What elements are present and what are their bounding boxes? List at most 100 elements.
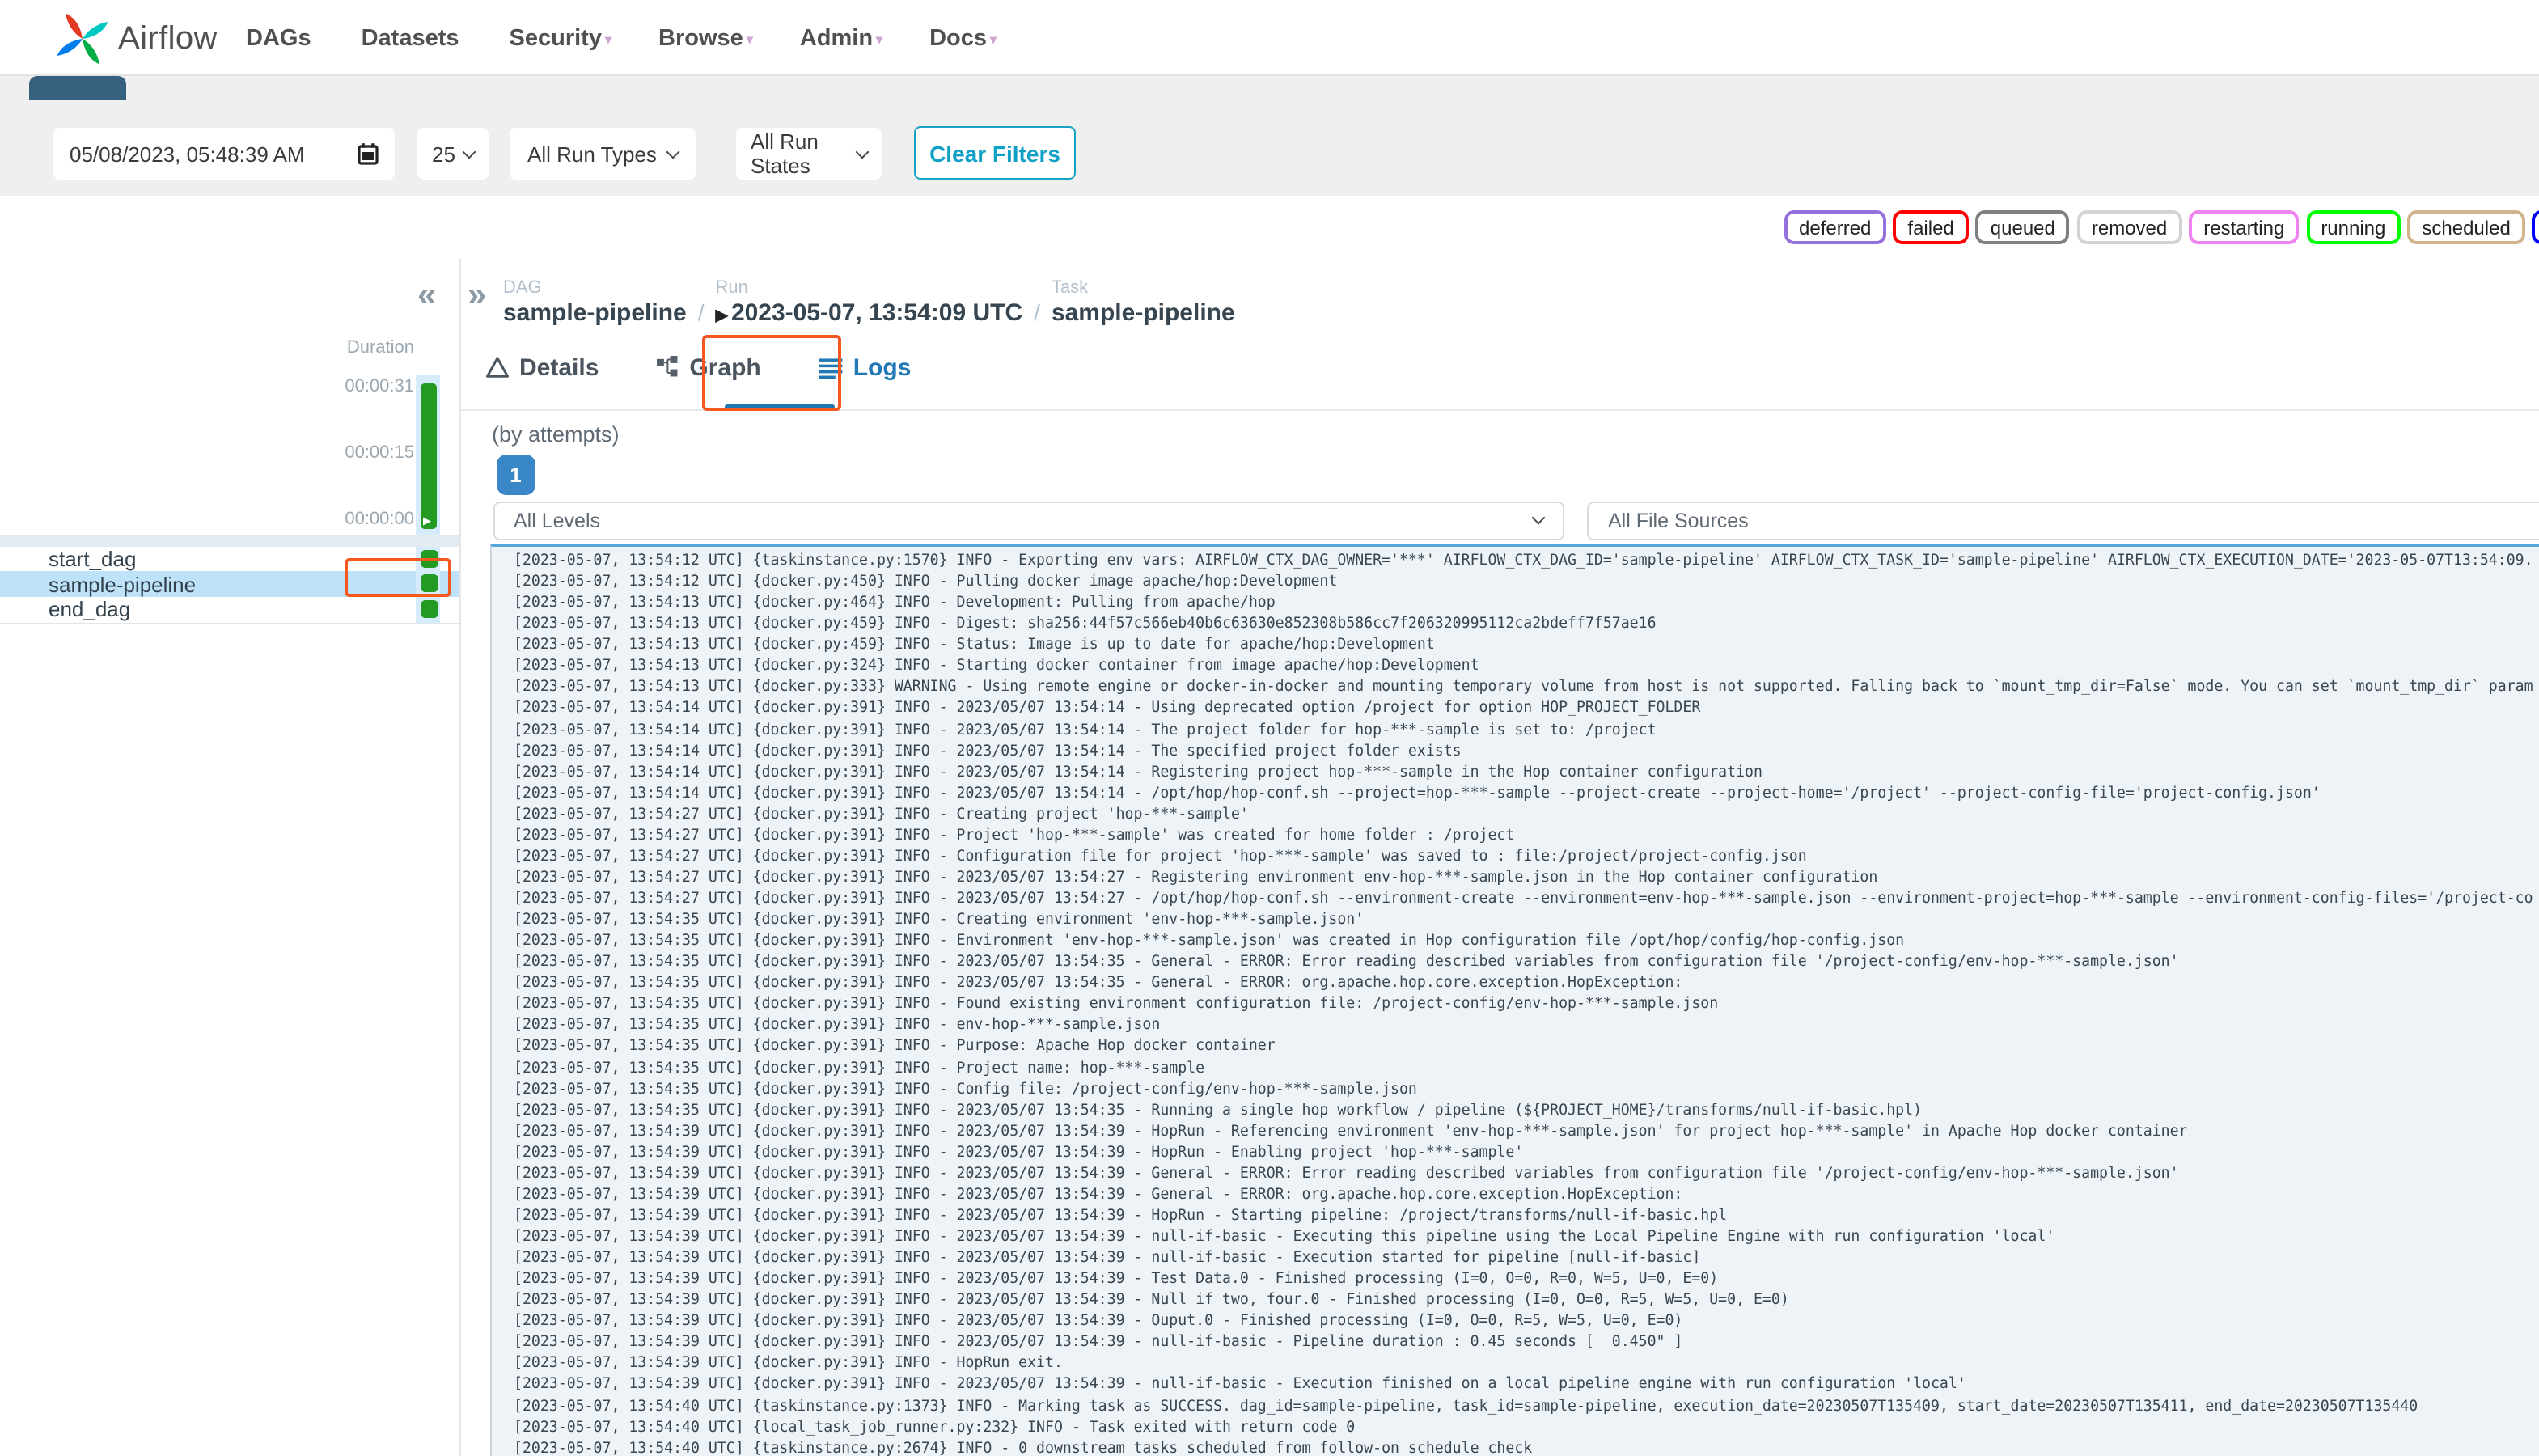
breadcrumb-dag: DAG sample-pipeline xyxy=(503,278,687,327)
nav-item[interactable]: Security ▾ xyxy=(510,25,612,51)
log-line: [2023-05-07, 13:54:35 UTC] {docker.py:39… xyxy=(514,1103,1923,1120)
log-line: [2023-05-07, 13:54:35 UTC] {docker.py:39… xyxy=(514,1018,1161,1035)
log-line: [2023-05-07, 13:54:39 UTC] {docker.py:39… xyxy=(514,1145,1524,1162)
log-line: [2023-05-07, 13:54:39 UTC] {docker.py:39… xyxy=(514,1251,1701,1268)
run-types-select[interactable]: All Run Types xyxy=(510,128,696,180)
run-states-select[interactable]: All Run States xyxy=(736,128,882,180)
log-line: [2023-05-07, 13:54:39 UTC] {docker.py:39… xyxy=(514,1377,1966,1394)
duration-axis-title: Duration xyxy=(346,338,414,358)
log-line: [2023-05-07, 13:54:27 UTC] {docker.py:39… xyxy=(514,870,1878,887)
state-badge[interactable]: shutdown xyxy=(2532,210,2539,244)
breadcrumb-separator: / xyxy=(1034,299,1040,325)
panel-divider xyxy=(459,259,461,1456)
nav-item-label: Datasets xyxy=(361,25,459,51)
nav-item[interactable]: Admin ▾ xyxy=(800,25,882,51)
log-line: [2023-05-07, 13:54:12 UTC] {docker.py:45… xyxy=(514,574,1338,591)
log-line: [2023-05-07, 13:54:27 UTC] {docker.py:39… xyxy=(514,849,1807,866)
tab-details-label: Details xyxy=(519,353,599,381)
calendar-icon[interactable] xyxy=(358,142,379,165)
duration-tick-label: 00:00:15 xyxy=(345,443,414,463)
expand-panel-icon[interactable]: » xyxy=(468,278,486,312)
page-size-value: 25 xyxy=(432,142,455,166)
log-line: [2023-05-07, 13:54:27 UTC] {docker.py:39… xyxy=(514,827,1515,844)
breadcrumb-run-value[interactable]: ▶ 2023-05-07, 13:54:09 UTC xyxy=(716,299,1023,327)
task-row[interactable]: end_dag xyxy=(0,596,459,623)
log-line: [2023-05-07, 13:54:13 UTC] {docker.py:45… xyxy=(514,637,1435,654)
file-source-select[interactable]: All File Sources xyxy=(1587,501,2539,540)
log-line: [2023-05-07, 13:54:39 UTC] {docker.py:39… xyxy=(514,1187,1683,1204)
nav-item-label: Docs xyxy=(929,25,987,51)
page-size-select[interactable]: 25 xyxy=(417,128,489,180)
chevron-down-icon xyxy=(666,144,680,159)
breadcrumb-task-value[interactable]: sample-pipeline xyxy=(1052,299,1235,327)
state-badge[interactable]: failed xyxy=(1893,210,1969,244)
collapse-grid-icon[interactable]: « xyxy=(417,278,436,312)
nav-item[interactable]: Docs ▾ xyxy=(929,25,997,51)
annotation-box-task-instance xyxy=(345,557,451,597)
filter-bar: 05/08/2023, 05:48:39 AM 25 All Run Types… xyxy=(0,76,2539,196)
log-line: [2023-05-07, 13:54:39 UTC] {docker.py:39… xyxy=(514,1356,1063,1373)
log-line: [2023-05-07, 13:54:35 UTC] {docker.py:39… xyxy=(514,997,1719,1014)
clear-filters-button[interactable]: Clear Filters xyxy=(914,126,1076,180)
log-line: [2023-05-07, 13:54:39 UTC] {docker.py:39… xyxy=(514,1124,2188,1141)
log-line: [2023-05-07, 13:54:27 UTC] {docker.py:39… xyxy=(514,806,1249,823)
task-name: start_dag xyxy=(49,546,137,571)
dag-run-duration-bar[interactable]: ▶ xyxy=(420,383,437,529)
log-line: [2023-05-07, 13:54:39 UTC] {docker.py:39… xyxy=(514,1166,2179,1183)
log-level-select[interactable]: All Levels xyxy=(493,501,1564,540)
tab-logs-label: Logs xyxy=(853,353,912,381)
log-line: [2023-05-07, 13:54:13 UTC] {docker.py:46… xyxy=(514,595,1276,612)
log-line: [2023-05-07, 13:54:14 UTC] {docker.py:39… xyxy=(514,722,1657,739)
run-types-value: All Run Types xyxy=(527,142,657,166)
breadcrumb-dag-value[interactable]: sample-pipeline xyxy=(503,299,687,327)
state-badge[interactable]: scheduled xyxy=(2407,210,2525,244)
brand-wordmark: Airflow xyxy=(118,20,218,56)
airflow-pinwheel-icon xyxy=(57,13,108,65)
file-source-value: All File Sources xyxy=(1608,509,1749,531)
nav-item-label: Admin xyxy=(799,25,874,51)
chevron-down-icon: ▾ xyxy=(746,32,753,46)
log-line: [2023-05-07, 13:54:40 UTC] {taskinstance… xyxy=(514,1441,1533,1456)
log-line: [2023-05-07, 13:54:13 UTC] {docker.py:45… xyxy=(514,616,1657,633)
breadcrumb-dag-label: DAG xyxy=(503,278,542,298)
manual-run-icon: ▶ xyxy=(423,516,431,527)
task-name: sample-pipeline xyxy=(49,572,197,597)
breadcrumb-separator: / xyxy=(697,299,705,325)
attempt-1-button[interactable]: 1 xyxy=(496,454,535,494)
duration-axis-ticks: 00:00:31 00:00:15 00:00:00 xyxy=(243,377,414,529)
state-badge[interactable]: running xyxy=(2306,210,2401,244)
chevron-down-icon: ▾ xyxy=(876,32,883,46)
nav-item[interactable]: Datasets xyxy=(362,25,463,51)
tab-bar: Details Graph Logs xyxy=(485,343,911,392)
log-line: [2023-05-07, 13:54:35 UTC] {docker.py:39… xyxy=(514,1060,1205,1077)
state-badge[interactable]: deferred xyxy=(1784,210,1886,244)
manual-trigger-icon: ▶ xyxy=(715,307,728,325)
duration-tick-label: 00:00:31 xyxy=(345,377,414,396)
log-output[interactable]: [2023-05-07, 13:54:12 UTC] {taskinstance… xyxy=(490,544,2539,1456)
duration-tick-label: 00:00:00 xyxy=(345,510,414,529)
state-badge[interactable]: queued xyxy=(1975,210,2070,244)
log-line: [2023-05-07, 13:54:13 UTC] {docker.py:33… xyxy=(514,679,2533,696)
log-line: [2023-05-07, 13:54:39 UTC] {docker.py:39… xyxy=(514,1335,1683,1352)
airflow-logo[interactable]: Airflow xyxy=(53,8,218,70)
tab-details[interactable]: Details xyxy=(485,343,599,392)
run-states-value: All Run States xyxy=(751,129,819,178)
log-line: [2023-05-07, 13:54:35 UTC] {docker.py:39… xyxy=(514,1039,1276,1056)
nav-item[interactable]: DAGs xyxy=(246,25,315,51)
graph-nodes-icon xyxy=(657,356,678,377)
breadcrumb-task-label: Task xyxy=(1051,278,1089,298)
nav-item[interactable]: Browse ▾ xyxy=(658,25,753,51)
state-legend: deferred failed queued removed restarting run… xyxy=(1784,210,2539,244)
log-line: [2023-05-07, 13:54:35 UTC] {docker.py:39… xyxy=(514,954,2179,971)
partial-grid-tab[interactable] xyxy=(29,76,126,100)
base-date-value: 05/08/2023, 05:48:39 AM xyxy=(70,142,305,166)
chevron-down-icon: ▾ xyxy=(604,32,611,46)
task-instance-success-square[interactable] xyxy=(420,600,438,619)
chevron-down-icon xyxy=(855,144,870,159)
base-date-input[interactable]: 05/08/2023, 05:48:39 AM xyxy=(53,128,395,180)
chevron-down-icon: ▾ xyxy=(990,32,997,46)
log-line: [2023-05-07, 13:54:40 UTC] {local_task_j… xyxy=(514,1420,1356,1437)
state-badge[interactable]: removed xyxy=(2076,210,2182,244)
details-triangle-icon xyxy=(486,357,509,378)
state-badge[interactable]: restarting xyxy=(2189,210,2300,244)
